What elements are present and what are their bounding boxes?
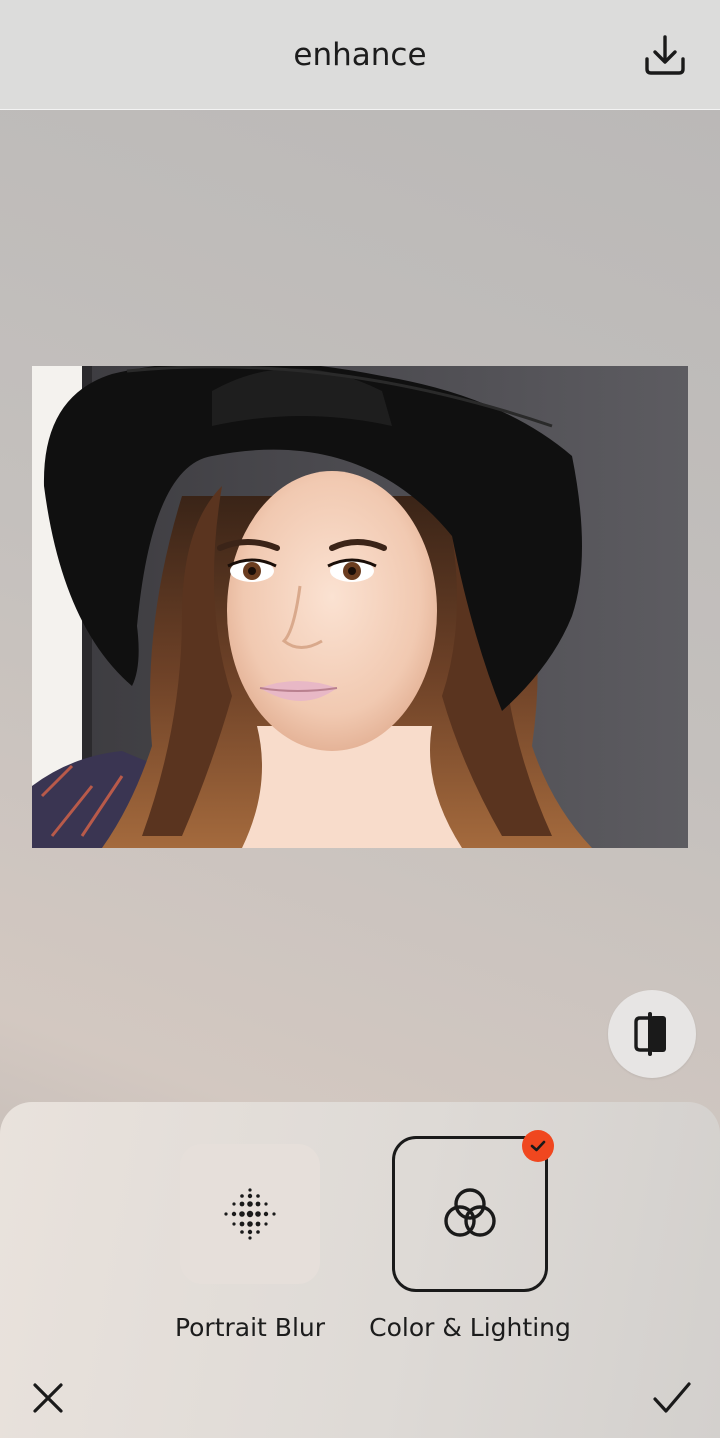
close-button[interactable] (26, 1376, 70, 1420)
enhance-screen: enhance Portrait Blur Color & Lighting (0, 0, 720, 1438)
page-title: enhance (293, 37, 427, 73)
portrait-blur-label: Portrait Blur (174, 1313, 326, 1342)
selected-badge (522, 1130, 554, 1162)
check-icon (530, 1140, 546, 1152)
confirm-button[interactable] (648, 1374, 696, 1422)
dots-grid-icon (224, 1188, 276, 1240)
intertwined-rings-icon (444, 1188, 496, 1237)
portrait-blur-tool[interactable] (180, 1144, 320, 1284)
download-icon (645, 35, 685, 75)
color-lighting-label: Color & Lighting (369, 1313, 571, 1342)
compare-button[interactable] (608, 990, 696, 1078)
close-icon (33, 1383, 63, 1413)
color-lighting-tool[interactable] (392, 1136, 548, 1292)
top-bar: enhance (0, 0, 720, 110)
check-icon (653, 1382, 691, 1413)
tools-panel (0, 1102, 720, 1438)
compare-icon (634, 1012, 666, 1056)
portrait-photo (32, 366, 688, 848)
download-button[interactable] (640, 30, 690, 80)
